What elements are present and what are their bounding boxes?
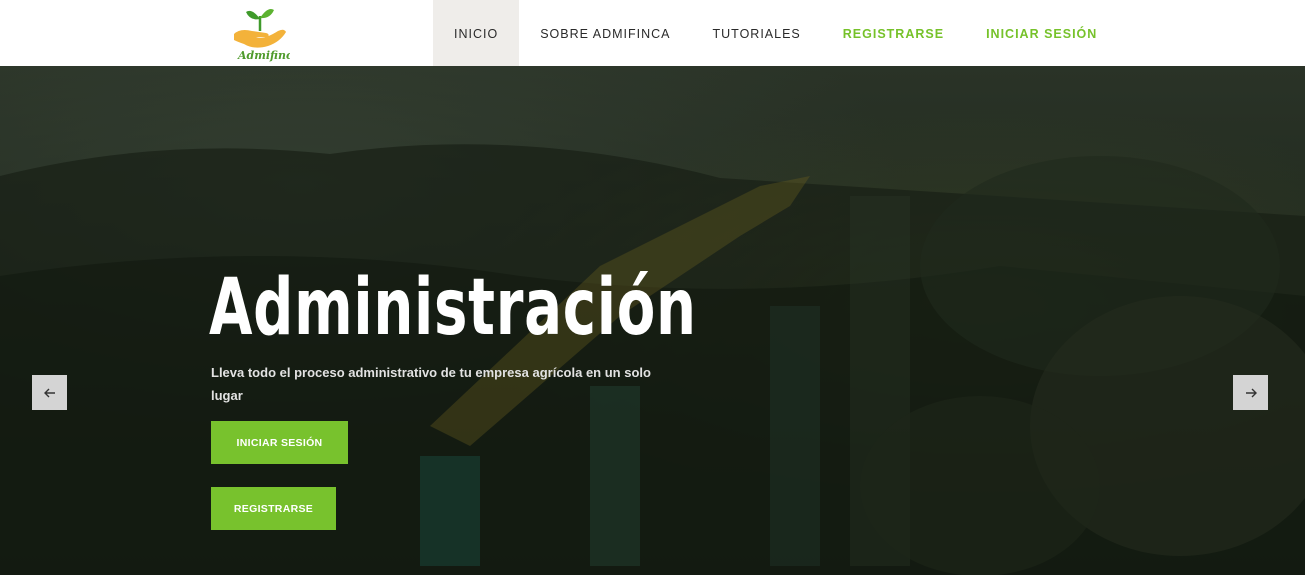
login-button[interactable]: INICIAR SESIÓN [211,421,348,464]
logo-wordmark: Admifinca [237,49,290,62]
nav-tutoriales[interactable]: TUTORIALES [692,0,822,66]
arrow-left-icon [43,388,55,397]
slider-prev-button[interactable] [32,375,67,410]
admifinca-logo[interactable]: Admifinca [230,4,300,62]
hero-title: Administración [209,263,697,354]
main-nav: INICIO SOBRE ADMIFINCA TUTORIALES REGIST… [433,0,1118,66]
nav-iniciar-sesion[interactable]: INICIAR SESIÓN [965,0,1118,66]
top-navbar: Admifinca INICIO SOBRE ADMIFINCA TUTORIA… [0,0,1305,66]
slider-next-button[interactable] [1233,375,1268,410]
nav-inicio[interactable]: INICIO [433,0,520,66]
logo-icon: Admifinca [234,9,300,62]
nav-registrarse[interactable]: REGISTRARSE [822,0,965,66]
register-button[interactable]: REGISTRARSE [211,487,336,530]
hero-subtitle: Lleva todo el proceso administrativo de … [211,365,651,403]
hero-slider: Administración Lleva todo el proceso adm… [0,66,1305,575]
arrow-right-icon [1245,388,1257,397]
nav-sobre-admifinca[interactable]: SOBRE ADMIFINCA [519,0,691,66]
